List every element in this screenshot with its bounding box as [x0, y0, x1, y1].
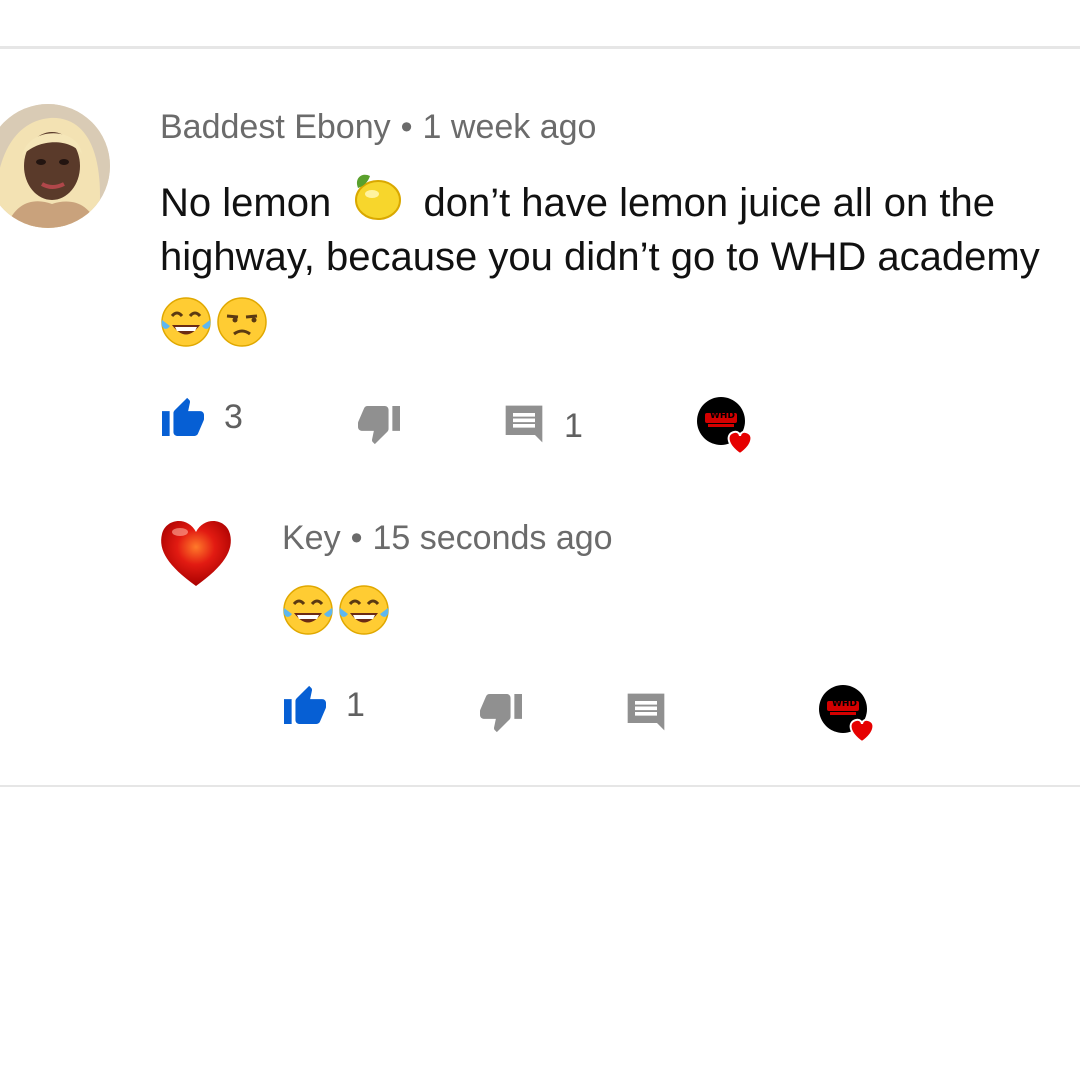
creator-logo-text: WHD: [832, 699, 857, 709]
comment-text-line-2: highway, because you didn’t go to WHD ac…: [160, 235, 1040, 279]
comment-emojis: [160, 296, 268, 353]
comment-time[interactable]: 1 week ago: [423, 108, 597, 146]
meta-separator: •: [350, 519, 363, 557]
reply-author[interactable]: Key: [282, 519, 341, 557]
thumbs-up-icon: [160, 394, 206, 441]
tears-of-joy-emoji: [282, 584, 334, 641]
comment-author[interactable]: Baddest Ebony: [160, 108, 391, 146]
comment-text-part: No lemon: [160, 181, 332, 225]
meta-separator: •: [400, 108, 413, 146]
reply-dislike-button[interactable]: [478, 694, 524, 741]
reply-emojis: [282, 584, 390, 641]
comment-text-part: don’t have lemon juice all on the: [423, 181, 995, 225]
reply-avatar[interactable]: [158, 514, 234, 590]
comment-meta: Baddest Ebony • 1 week ago: [160, 108, 596, 147]
tears-of-joy-emoji: [338, 584, 390, 641]
heart-icon: [158, 520, 234, 594]
reply-like-button[interactable]: 1: [282, 682, 365, 729]
comment-icon: [502, 402, 546, 451]
thumbs-up-icon: [282, 682, 328, 729]
tears-of-joy-emoji: [160, 296, 212, 353]
comment-icon: [624, 690, 668, 739]
avatar[interactable]: [0, 104, 110, 228]
bottom-divider: [0, 785, 1080, 787]
reply-creator-heart-badge[interactable]: WHD: [818, 684, 876, 744]
dislike-button[interactable]: [356, 406, 402, 453]
reply-reply-button[interactable]: [624, 690, 668, 739]
creator-heart-badge[interactable]: WHD: [696, 396, 754, 456]
thumbs-down-icon: [478, 694, 524, 741]
like-button[interactable]: 3: [160, 394, 243, 441]
like-count: 3: [224, 398, 243, 436]
creator-logo-text: WHD: [710, 411, 735, 421]
thumbs-down-icon: [356, 406, 402, 453]
reply-count: 1: [564, 407, 583, 445]
top-divider: [0, 46, 1080, 49]
reply-time[interactable]: 15 seconds ago: [373, 519, 613, 557]
reply-meta: Key • 15 seconds ago: [282, 519, 613, 558]
reply-button[interactable]: 1: [502, 402, 583, 451]
like-count: 1: [346, 686, 365, 724]
unamused-emoji: [216, 296, 268, 353]
